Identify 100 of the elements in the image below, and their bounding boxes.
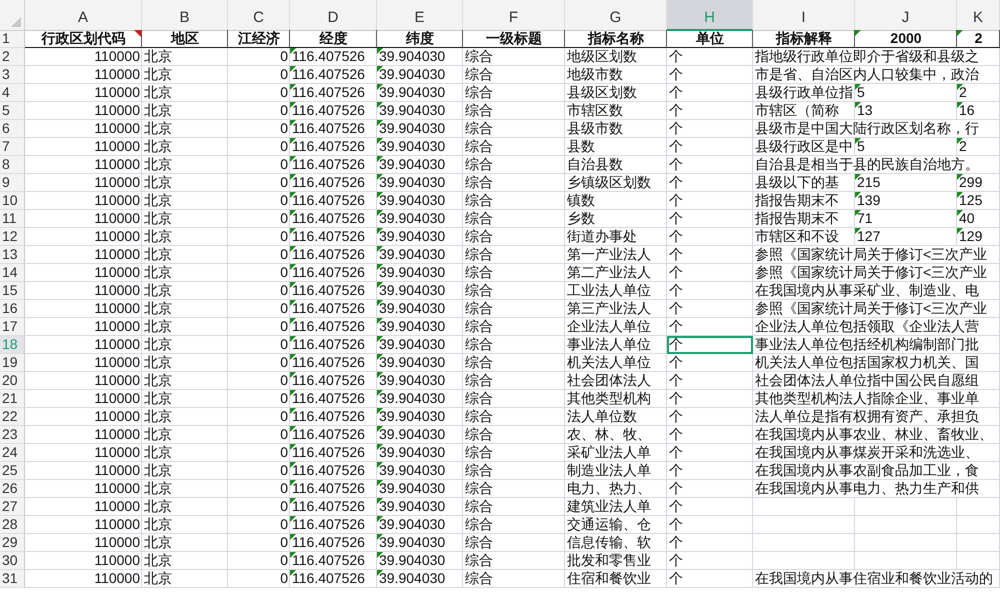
row-header[interactable]: 21 bbox=[0, 390, 25, 408]
table-cell: 个 bbox=[667, 264, 753, 282]
table-cell: 县级行政区是中 bbox=[753, 138, 855, 156]
table-cell: 法人单位数 bbox=[565, 408, 667, 426]
table-cell: 综合 bbox=[463, 336, 565, 354]
table-cell: 在我国境内从事农副食品加工业，食 bbox=[753, 462, 1000, 480]
table-cell: 0 bbox=[228, 228, 290, 246]
table-cell: 北京 bbox=[142, 156, 228, 174]
table-cell: 110000 bbox=[25, 516, 142, 534]
row-header[interactable]: 19 bbox=[0, 354, 25, 372]
table-cell: 110000 bbox=[25, 102, 142, 120]
table-cell: 0 bbox=[228, 246, 290, 264]
table-cell: 个 bbox=[667, 48, 753, 66]
row-header[interactable]: 10 bbox=[0, 192, 25, 210]
table-cell: 110000 bbox=[25, 372, 142, 390]
column-header[interactable]: C bbox=[228, 0, 290, 31]
table-cell: 北京 bbox=[142, 228, 228, 246]
table-cell: 个 bbox=[667, 282, 753, 300]
table-cell: 综合 bbox=[463, 246, 565, 264]
table-cell: 0 bbox=[228, 318, 290, 336]
table-cell: 综合 bbox=[463, 390, 565, 408]
table-cell: 北京 bbox=[142, 498, 228, 516]
row-header[interactable]: 26 bbox=[0, 480, 25, 498]
table-cell: 110000 bbox=[25, 570, 142, 588]
table-cell: 110000 bbox=[25, 156, 142, 174]
table-cell: 镇数 bbox=[565, 192, 667, 210]
table-cell: 市辖区数 bbox=[565, 102, 667, 120]
table-cell: 综合 bbox=[463, 264, 565, 282]
row-header[interactable]: 5 bbox=[0, 102, 25, 120]
table-cell: 综合 bbox=[463, 516, 565, 534]
table-cell: 110000 bbox=[25, 336, 142, 354]
row-header[interactable]: 28 bbox=[0, 516, 25, 534]
table-cell: 建筑业法人单 bbox=[565, 498, 667, 516]
table-cell: 110000 bbox=[25, 462, 142, 480]
column-header[interactable]: F bbox=[463, 0, 565, 31]
table-cell: 北京 bbox=[142, 336, 228, 354]
row-header[interactable]: 20 bbox=[0, 372, 25, 390]
table-cell: 综合 bbox=[463, 480, 565, 498]
table-cell: 第一产业法人 bbox=[565, 246, 667, 264]
column-header[interactable]: B bbox=[142, 0, 228, 31]
table-cell: 0 bbox=[228, 120, 290, 138]
column-header[interactable]: A bbox=[25, 0, 142, 31]
column-header[interactable]: I bbox=[753, 0, 855, 31]
row-header[interactable]: 24 bbox=[0, 444, 25, 462]
row-header[interactable]: 31 bbox=[0, 570, 25, 588]
table-cell: 110000 bbox=[25, 210, 142, 228]
row-header[interactable]: 3 bbox=[0, 66, 25, 84]
table-cell: 110000 bbox=[25, 534, 142, 552]
table-cell: 0 bbox=[228, 156, 290, 174]
column-title: 单位 bbox=[667, 30, 753, 48]
table-cell: 北京 bbox=[142, 516, 228, 534]
column-header[interactable]: J bbox=[855, 0, 957, 31]
row-header[interactable]: 7 bbox=[0, 138, 25, 156]
row-header[interactable]: 8 bbox=[0, 156, 25, 174]
table-cell: 其他类型机构 bbox=[565, 390, 667, 408]
table-cell: 110000 bbox=[25, 390, 142, 408]
table-cell: 110000 bbox=[25, 300, 142, 318]
table-cell: 机关法人单位 bbox=[565, 354, 667, 372]
table-cell: 综合 bbox=[463, 174, 565, 192]
table-cell: 法人单位是指有权拥有资产、承担负 bbox=[753, 408, 1000, 426]
table-cell: 企业法人单位 bbox=[565, 318, 667, 336]
table-cell: 机关法人单位包括国家权力机关、国 bbox=[753, 354, 1000, 372]
table-cell: 在我国境内从事采矿业、制造业、电 bbox=[753, 282, 1000, 300]
row-header[interactable]: 25 bbox=[0, 462, 25, 480]
table-cell: 企业法人单位包括领取《企业法人营 bbox=[753, 318, 1000, 336]
row-header[interactable]: 16 bbox=[0, 300, 25, 318]
row-header[interactable]: 2 bbox=[0, 48, 25, 66]
row-header[interactable]: 29 bbox=[0, 534, 25, 552]
row-header[interactable]: 30 bbox=[0, 552, 25, 570]
table-cell: 北京 bbox=[142, 102, 228, 120]
row-header[interactable]: 17 bbox=[0, 318, 25, 336]
row-header[interactable]: 6 bbox=[0, 120, 25, 138]
row-header[interactable]: 23 bbox=[0, 426, 25, 444]
table-cell: 个 bbox=[667, 534, 753, 552]
row-header[interactable]: 1 bbox=[0, 30, 25, 48]
row-header[interactable]: 27 bbox=[0, 498, 25, 516]
column-header[interactable]: E bbox=[377, 0, 463, 31]
column-header[interactable]: D bbox=[290, 0, 377, 31]
table-cell: 参照《国家统计局关于修订<三次产业 bbox=[753, 300, 1000, 318]
row-header[interactable]: 9 bbox=[0, 174, 25, 192]
row-header[interactable]: 11 bbox=[0, 210, 25, 228]
table-cell: 综合 bbox=[463, 426, 565, 444]
table-cell: 综合 bbox=[463, 354, 565, 372]
table-cell: 110000 bbox=[25, 318, 142, 336]
select-all-icon[interactable] bbox=[11, 17, 21, 27]
table-cell: 综合 bbox=[463, 48, 565, 66]
row-header[interactable]: 14 bbox=[0, 264, 25, 282]
table-cell: 0 bbox=[228, 516, 290, 534]
table-cell: 个 bbox=[667, 390, 753, 408]
row-header[interactable]: 13 bbox=[0, 246, 25, 264]
row-header[interactable]: 15 bbox=[0, 282, 25, 300]
table-cell: 北京 bbox=[142, 300, 228, 318]
table-cell: 个 bbox=[667, 372, 753, 390]
row-header[interactable]: 22 bbox=[0, 408, 25, 426]
row-header[interactable]: 4 bbox=[0, 84, 25, 102]
row-header[interactable]: 12 bbox=[0, 228, 25, 246]
column-title: 一级标题 bbox=[463, 30, 565, 48]
table-cell: 北京 bbox=[142, 444, 228, 462]
table-cell: 110000 bbox=[25, 138, 142, 156]
table-cell: 0 bbox=[228, 570, 290, 588]
